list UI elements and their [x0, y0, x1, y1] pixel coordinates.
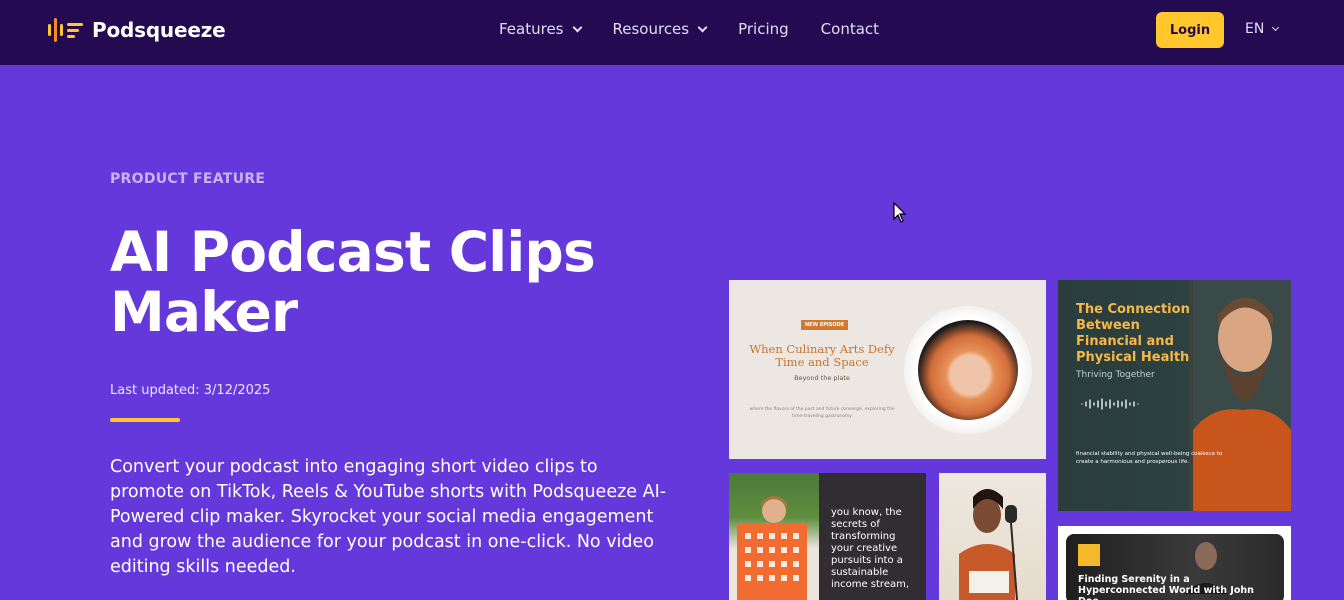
nav-item-contact[interactable]: Contact — [821, 20, 879, 38]
mouse-cursor-icon — [893, 202, 907, 223]
nav-item-label: Pricing — [738, 20, 789, 38]
clip-subtitle: Thriving Together — [1076, 370, 1155, 380]
top-nav: Podsqueeze Features Resources Pricing Co… — [0, 0, 1344, 65]
clip-title: Finding Serenity in a Hyperconnected Wor… — [1078, 574, 1254, 600]
brand-name: Podsqueeze — [92, 18, 226, 42]
clip-caption: financial stability and physical well-be… — [1076, 451, 1223, 465]
nav-item-label: Contact — [820, 20, 880, 38]
bearded-man-photo — [1193, 280, 1291, 511]
audio-waveform-icon — [1081, 398, 1139, 410]
clip-quote: you know, the secrets of transforming yo… — [831, 507, 910, 590]
clip-preview-financial[interactable]: The Connection Between Financial and Phy… — [1058, 280, 1291, 511]
serenity-video-frame: Finding Serenity in a Hyperconnected Wor… — [1066, 534, 1284, 600]
page-title: AI Podcast Clips Maker — [110, 220, 596, 344]
nav-item-label: Resources — [612, 20, 690, 38]
chevron-down-icon — [572, 22, 582, 32]
chevron-down-icon — [1272, 23, 1280, 31]
clip-preview-serenity[interactable]: Finding Serenity in a Hyperconnected Wor… — [1058, 526, 1291, 600]
clip-title: When Culinary Arts Defy Time and Space — [749, 342, 895, 369]
podcast-logo-icon — [1078, 544, 1100, 566]
man-with-sign-photo — [729, 473, 819, 600]
clip-preview-culinary[interactable]: NEW EPISODE When Culinary Arts Defy Time… — [729, 280, 1046, 459]
episode-badge: NEW EPISODE — [801, 320, 849, 330]
clip-preview-creative[interactable]: you know, the secrets of transforming yo… — [729, 473, 926, 600]
clip-title: The Connection Between Financial and Phy… — [1076, 302, 1190, 365]
clip-caption: where the flavors of the past and future… — [749, 407, 895, 419]
podsqueeze-logo-icon — [48, 18, 84, 42]
login-button[interactable]: Login — [1156, 12, 1224, 48]
woman-eating-photo — [918, 320, 1018, 420]
nav-item-features[interactable]: Features — [499, 20, 582, 38]
hero-description: Convert your podcast into engaging short… — [110, 457, 667, 577]
last-updated: Last updated: 3/12/2025 — [110, 383, 271, 398]
nav-links: Features Resources Pricing Contact — [499, 20, 911, 38]
clip-subtitle: Beyond the plate — [794, 374, 850, 382]
woman-with-microphone-photo — [959, 489, 1018, 600]
accent-divider — [110, 418, 180, 422]
nav-item-resources[interactable]: Resources — [612, 20, 708, 38]
nav-item-pricing[interactable]: Pricing — [738, 20, 789, 38]
clip-preview-microphone[interactable] — [939, 473, 1046, 600]
eyebrow-label: PRODUCT FEATURE — [110, 171, 266, 187]
chevron-down-icon — [697, 22, 708, 32]
language-selector[interactable]: EN — [1245, 21, 1280, 37]
brand-logo[interactable]: Podsqueeze — [48, 18, 226, 42]
nav-item-label: Features — [499, 20, 564, 38]
language-label: EN — [1245, 21, 1265, 37]
